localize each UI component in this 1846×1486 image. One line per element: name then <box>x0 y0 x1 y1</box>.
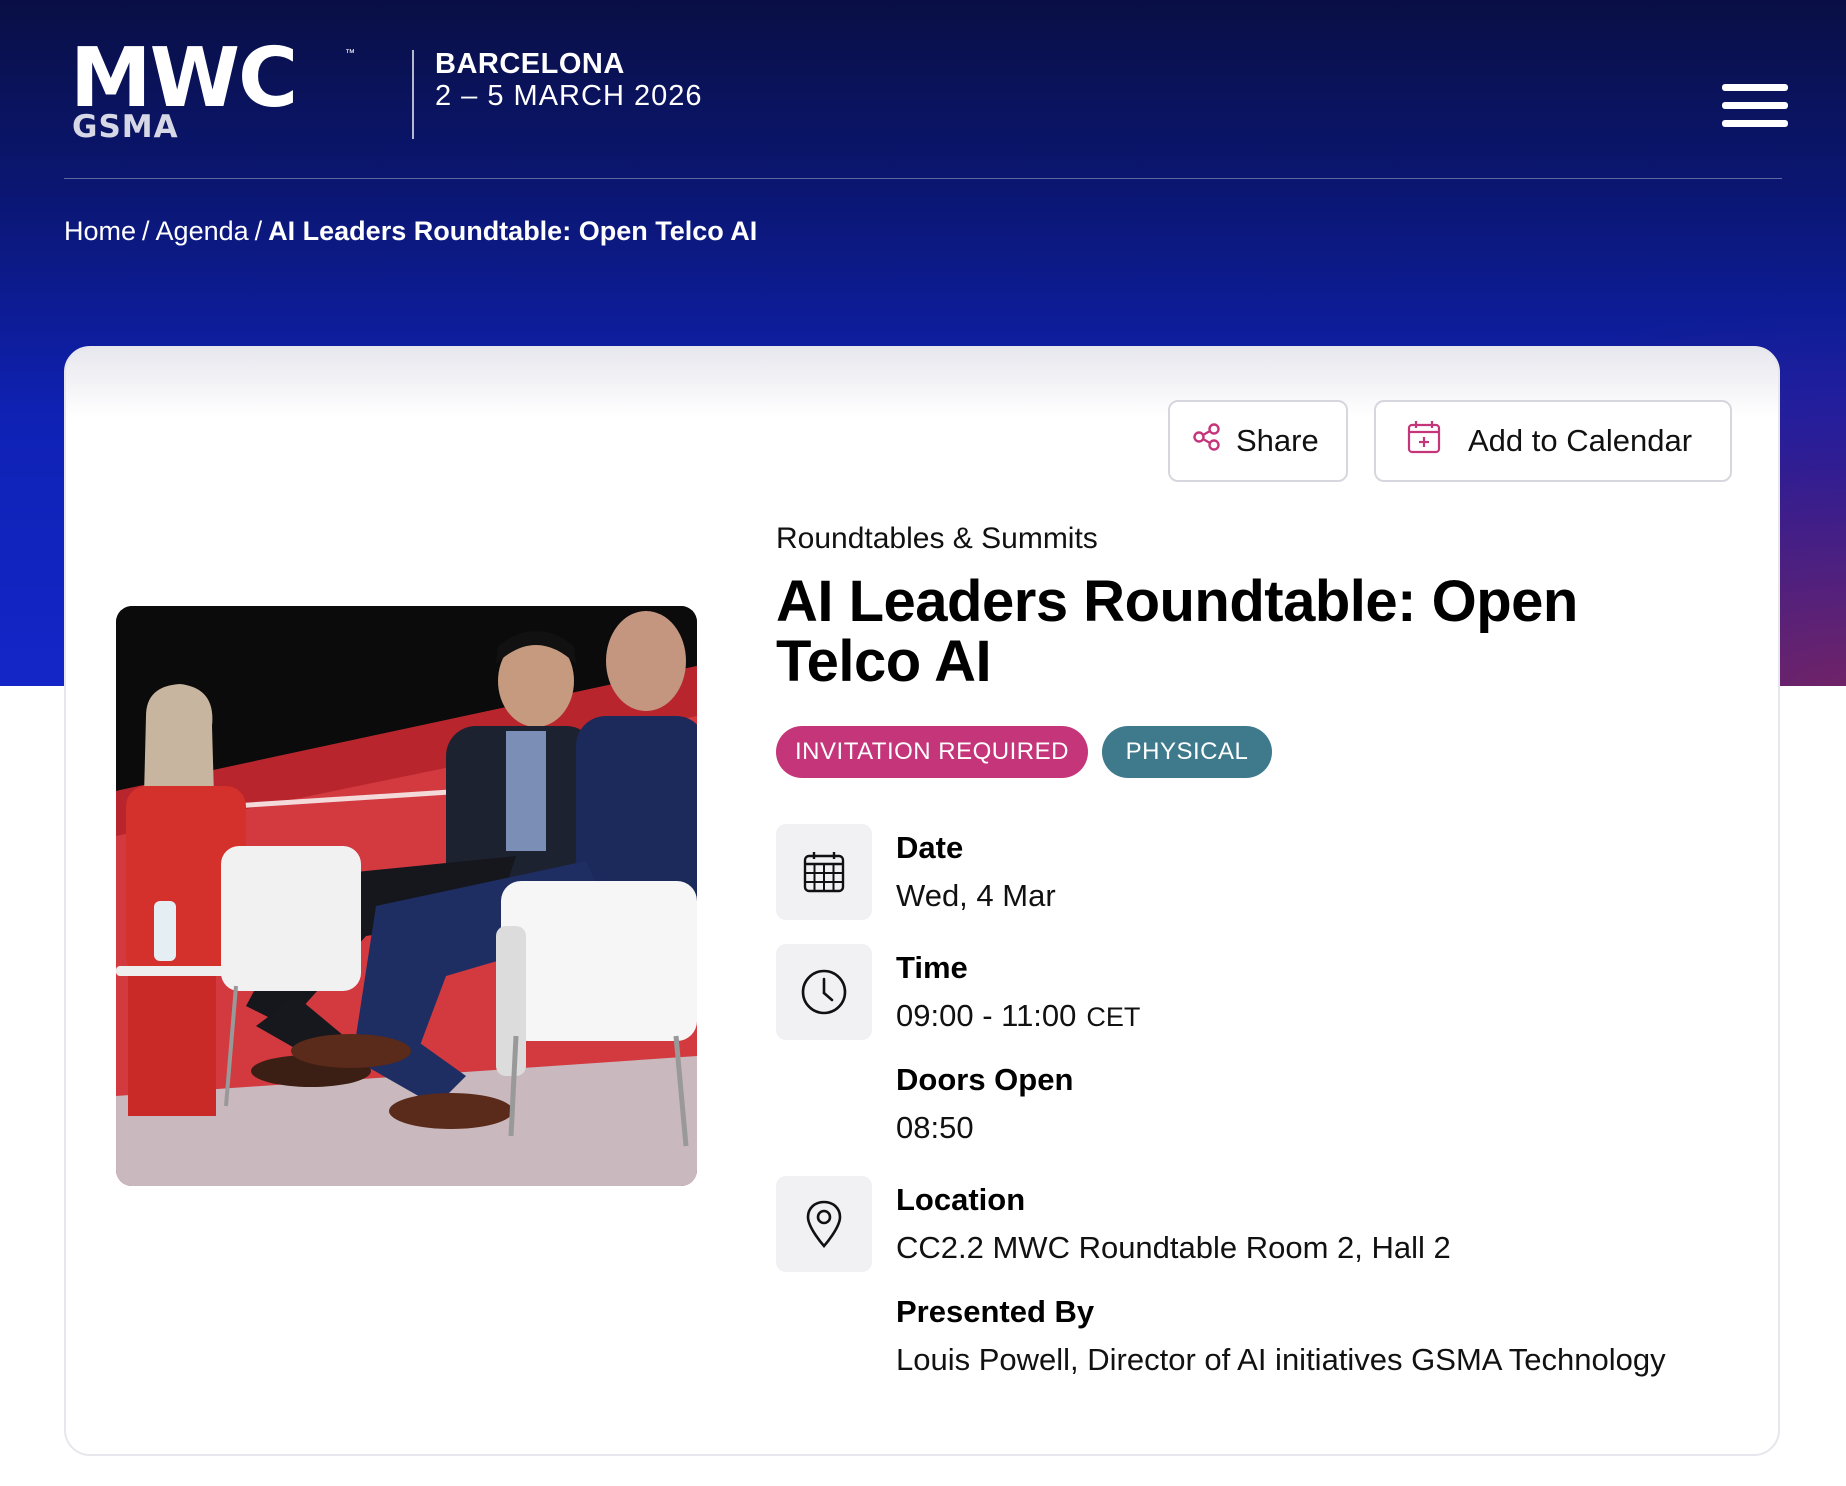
header-rule <box>64 178 1782 179</box>
breadcrumb-current: AI Leaders Roundtable: Open Telco AI <box>268 216 758 246</box>
event-dates: 2 – 5 MARCH 2026 <box>435 80 703 112</box>
breadcrumb-agenda[interactable]: Agenda <box>156 216 249 246</box>
location-label: Location <box>896 1182 1026 1217</box>
breadcrumb-separator: / <box>142 216 150 246</box>
session-photo <box>116 606 697 1186</box>
add-to-calendar-label: Add to Calendar <box>1468 423 1693 458</box>
event-city: BARCELONA <box>435 48 625 80</box>
tag-invitation-required: INVITATION REQUIRED <box>776 726 1088 778</box>
session-card: Share Add to Calendar Roundtables & Summ… <box>64 346 1780 1456</box>
presented-by-label: Presented By <box>896 1294 1095 1329</box>
doors-open-label: Doors Open <box>896 1062 1074 1097</box>
hamburger-menu-icon[interactable] <box>1722 84 1788 128</box>
logo-trademark: ™ <box>345 48 355 59</box>
doors-open-value: 08:50 <box>896 1110 974 1145</box>
clock-icon <box>776 944 872 1040</box>
logo-gsma-text: GSMA <box>72 109 179 145</box>
logo-mwc-text: MWC <box>70 31 298 126</box>
add-to-calendar-button[interactable]: Add to Calendar <box>1374 400 1732 482</box>
session-title: AI Leaders Roundtable: Open Telco AI <box>776 569 1578 694</box>
date-value: Wed, 4 Mar <box>896 878 1056 913</box>
location-value: CC2.2 MWC Roundtable Room 2, Hall 2 <box>896 1230 1451 1265</box>
breadcrumb-separator: / <box>254 216 263 246</box>
mwc-gsma-logo[interactable]: MWC ™ GSMA <box>70 38 370 146</box>
share-icon <box>1192 422 1222 460</box>
breadcrumb: Home / Agenda / AI Leaders Roundtable: Open … <box>64 216 757 247</box>
calendar-icon <box>776 824 872 920</box>
time-label: Time <box>896 950 968 985</box>
session-category: Roundtables & Summits <box>776 522 1098 555</box>
calendar-add-icon <box>1406 419 1442 463</box>
time-zone: CET <box>1086 1002 1141 1032</box>
time-value: 09:00 - 11:00 CET <box>896 998 1140 1034</box>
breadcrumb-home[interactable]: Home <box>64 216 136 246</box>
share-label: Share <box>1236 423 1319 458</box>
tag-physical: PHYSICAL <box>1102 726 1272 778</box>
time-range: 09:00 - 11:00 <box>896 998 1077 1033</box>
share-button[interactable]: Share <box>1168 400 1348 482</box>
header-divider <box>412 50 414 139</box>
date-label: Date <box>896 830 964 865</box>
location-pin-icon <box>776 1176 872 1272</box>
presented-by-value: Louis Powell, Director of AI initiatives… <box>896 1342 1666 1377</box>
